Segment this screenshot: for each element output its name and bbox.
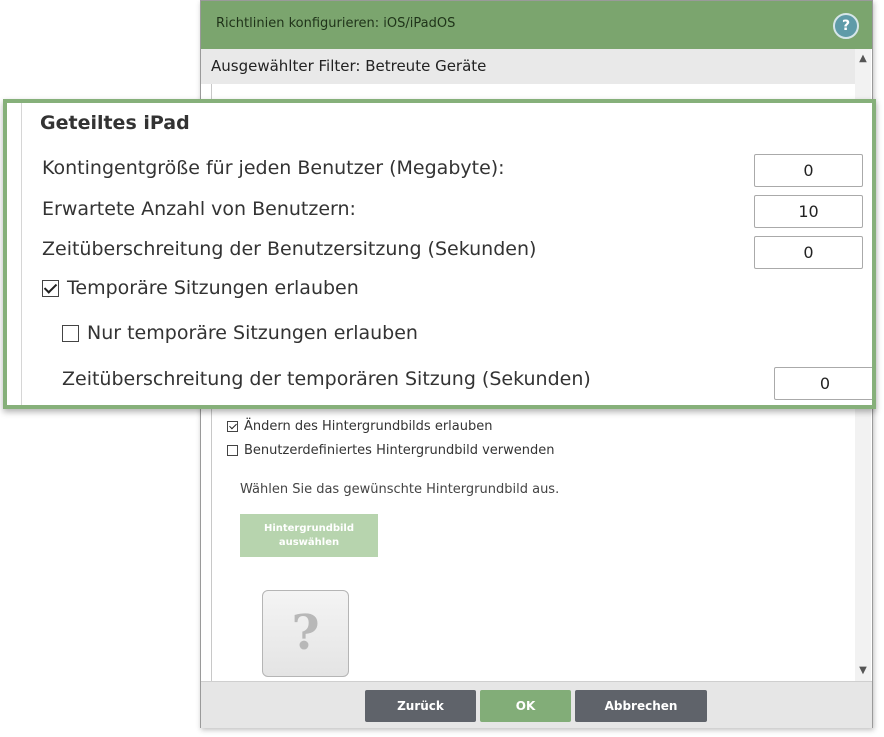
only-temp-sessions-row[interactable]: Nur temporäre Sitzungen erlauben bbox=[62, 322, 418, 344]
filter-label: Ausgewählter Filter: Betreute Geräte bbox=[211, 57, 487, 75]
help-icon[interactable]: ? bbox=[833, 13, 859, 39]
filter-bar: Ausgewählter Filter: Betreute Geräte bbox=[201, 49, 856, 84]
allow-temp-sessions-checkbox[interactable] bbox=[42, 279, 59, 297]
custom-wallpaper-label: Benutzerdefiniertes Hintergrundbild verw… bbox=[244, 443, 555, 458]
shared-ipad-callout: Geteiltes iPad Kontingentgröße für jeden… bbox=[3, 99, 876, 409]
ok-button[interactable]: OK bbox=[480, 690, 571, 722]
wallpaper-preview: ? bbox=[262, 590, 349, 677]
wallpaper-hint: Wählen Sie das gewünschte Hintergrundbil… bbox=[240, 482, 560, 497]
custom-wallpaper-checkbox[interactable] bbox=[227, 445, 238, 456]
scroll-up-icon[interactable]: ▲ bbox=[855, 51, 871, 67]
only-temp-sessions-label: Nur temporäre Sitzungen erlauben bbox=[87, 322, 418, 344]
allow-wallpaper-change-row[interactable]: Ändern des Hintergrundbilds erlauben bbox=[227, 419, 492, 434]
callout-divider bbox=[21, 103, 22, 405]
placeholder-image-icon: ? bbox=[291, 605, 320, 661]
allow-temp-sessions-label: Temporäre Sitzungen erlauben bbox=[67, 277, 359, 299]
allow-temp-sessions-row[interactable]: Temporäre Sitzungen erlauben bbox=[42, 277, 359, 299]
expected-users-label: Erwartete Anzahl von Benutzern: bbox=[42, 198, 356, 220]
expected-users-input[interactable]: 10 bbox=[754, 195, 863, 228]
allow-wallpaper-change-checkbox[interactable] bbox=[227, 421, 238, 432]
only-temp-sessions-checkbox[interactable] bbox=[62, 324, 79, 342]
temp-session-timeout-label: Zeitüberschreitung der temporären Sitzun… bbox=[62, 368, 591, 390]
quota-label: Kontingentgröße für jeden Benutzer (Mega… bbox=[42, 157, 505, 179]
back-button[interactable]: Zurück bbox=[365, 690, 476, 722]
dialog-title: Richtlinien konfigurieren: iOS/iPadOS bbox=[216, 16, 456, 31]
shared-ipad-heading: Geteiltes iPad bbox=[40, 112, 190, 134]
dialog-footer: Zurück OK Abbrechen bbox=[201, 681, 872, 728]
scroll-down-icon[interactable]: ▼ bbox=[855, 663, 871, 679]
temp-session-timeout-input[interactable]: 0 bbox=[774, 367, 872, 400]
dialog-titlebar: Richtlinien konfigurieren: iOS/iPadOS ? bbox=[201, 1, 872, 49]
cancel-button[interactable]: Abbrechen bbox=[575, 690, 707, 722]
session-timeout-input[interactable]: 0 bbox=[754, 236, 863, 269]
allow-wallpaper-change-label: Ändern des Hintergrundbilds erlauben bbox=[244, 419, 493, 434]
session-timeout-label: Zeitüberschreitung der Benutzersitzung (… bbox=[42, 238, 537, 260]
select-wallpaper-button[interactable]: Hintergrundbild auswählen bbox=[240, 514, 378, 557]
quota-input[interactable]: 0 bbox=[754, 154, 863, 187]
custom-wallpaper-row[interactable]: Benutzerdefiniertes Hintergrundbild verw… bbox=[227, 443, 554, 458]
